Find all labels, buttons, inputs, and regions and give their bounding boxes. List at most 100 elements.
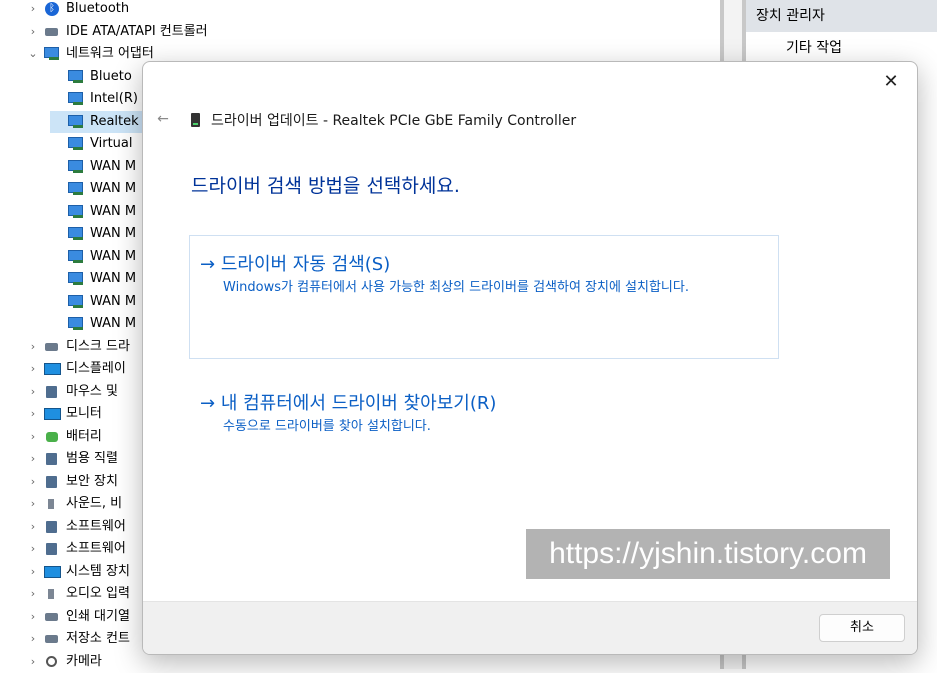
monitor-icon (43, 406, 61, 422)
dialog-footer: 취소 (143, 601, 917, 654)
tree-item[interactable]: Intel(R) (50, 88, 138, 110)
chevron-icon[interactable]: › (26, 561, 40, 583)
auto-search-desc: Windows가 컴퓨터에서 사용 가능한 최상의 드라이버를 검색하여 장치에… (223, 280, 689, 295)
tree-item-label: 디스플레이 (66, 361, 126, 376)
chevron-icon[interactable]: › (26, 336, 40, 358)
auto-search-option[interactable]: → 드라이버 자동 검색(S) Windows가 컴퓨터에서 사용 가능한 최상… (189, 235, 779, 359)
actions-header[interactable]: 장치 관리자 (746, 0, 937, 32)
tree-item[interactable]: WAN M (50, 178, 136, 200)
tree-item[interactable]: ⌄ 네트워크 어댑터 (26, 43, 154, 65)
tree-item[interactable]: › IDE ATA/ATAPI 컨트롤러 (26, 21, 208, 43)
chevron-icon[interactable]: › (26, 471, 40, 493)
chevron-icon[interactable]: › (26, 0, 40, 20)
tree-item[interactable]: › 모니터 (26, 403, 102, 425)
usb-icon (43, 451, 61, 467)
actions-more[interactable]: 기타 작업 (746, 32, 937, 64)
tree-item[interactable]: › 디스플레이 (26, 358, 126, 380)
tree-item[interactable]: › 보안 장치 (26, 471, 118, 493)
network-adapter-icon (67, 271, 85, 287)
tree-item-label: 보안 장치 (66, 473, 118, 489)
tree-item-label: WAN M (90, 226, 137, 241)
tree-item-label: WAN M (90, 158, 137, 174)
tree-item-label: 오디오 입력 (66, 586, 130, 601)
tree-item[interactable]: › 인쇄 대기열 (26, 606, 130, 628)
tree-item-label: WAN M (90, 316, 137, 331)
chevron-icon[interactable]: › (26, 583, 40, 605)
tree-item[interactable]: › ᛒ Bluetooth (26, 0, 129, 20)
storage-controller-icon (43, 631, 61, 647)
watermark: https://yjshin.tistory.com (526, 529, 890, 579)
network-adapter-icon (67, 114, 85, 130)
chevron-icon[interactable]: › (26, 358, 40, 380)
tree-item[interactable]: WAN M (50, 156, 136, 178)
tree-item-label: 범용 직렬 (66, 451, 118, 466)
system-device-icon (43, 564, 61, 580)
chevron-icon[interactable]: › (26, 426, 40, 448)
tree-item[interactable]: WAN M (50, 201, 136, 223)
tree-item-label: 배터리 (66, 428, 102, 444)
tree-item-label: Virtual (90, 136, 133, 151)
tree-item-label: WAN M (90, 293, 137, 309)
tree-item[interactable]: Realtek (50, 110, 143, 133)
chevron-icon[interactable]: › (26, 651, 40, 673)
network-adapter-icon (43, 46, 61, 62)
tree-item[interactable]: › 디스크 드라 (26, 336, 130, 358)
browse-computer-option[interactable]: → 내 컴퓨터에서 드라이버 찾아보기(R) 수동으로 드라이버를 찾아 설치합… (189, 374, 779, 444)
speaker-icon (43, 496, 61, 512)
tree-item[interactable]: › 저장소 컨트 (26, 628, 130, 650)
tree-item[interactable]: › 오디오 입력 (26, 583, 130, 605)
update-driver-dialog: ✕ ← 드라이버 업데이트 - Realtek PCIe GbE Family … (142, 61, 918, 655)
network-adapter-icon (67, 181, 85, 197)
tree-item[interactable]: WAN M (50, 223, 136, 245)
tree-item[interactable]: › 소프트웨어 (26, 538, 126, 560)
tree-item[interactable]: WAN M (50, 313, 136, 335)
tree-item-label: 네트워크 어댑터 (66, 46, 154, 61)
network-adapter-icon (67, 91, 85, 107)
tree-item-label: 소프트웨어 (66, 518, 126, 534)
chevron-icon[interactable]: › (26, 493, 40, 515)
tree-item-label: 저장소 컨트 (66, 631, 130, 646)
browse-computer-desc: 수동으로 드라이버를 찾아 설치합니다. (223, 419, 431, 434)
mouse-icon (43, 384, 61, 400)
chevron-icon[interactable]: › (26, 516, 40, 538)
tree-item-label: Blueto (90, 68, 132, 84)
tree-item[interactable]: › 시스템 장치 (26, 561, 130, 583)
network-adapter-icon (67, 69, 85, 85)
tree-item-label: 사운드, 비 (66, 496, 123, 511)
chevron-icon[interactable]: › (26, 21, 40, 43)
camera-icon (43, 654, 61, 670)
network-adapter-icon (67, 136, 85, 152)
chevron-icon[interactable]: › (26, 403, 40, 425)
tree-item-label: 모니터 (66, 406, 102, 421)
network-adapter-icon (67, 294, 85, 310)
network-adapter-icon (191, 113, 200, 127)
security-device-icon (43, 474, 61, 490)
back-arrow-icon[interactable]: ← (153, 109, 173, 129)
chevron-icon[interactable]: ⌄ (26, 43, 40, 65)
tree-item[interactable]: › 사운드, 비 (26, 493, 122, 515)
tree-item[interactable]: WAN M (50, 246, 136, 268)
software-device-icon (43, 541, 61, 557)
chevron-icon[interactable]: › (26, 381, 40, 403)
chevron-icon[interactable]: › (26, 628, 40, 650)
browse-computer-label: 내 컴퓨터에서 드라이버 찾아보기(R) (220, 393, 497, 414)
tree-item[interactable]: WAN M (50, 291, 136, 313)
tree-item[interactable]: › 배터리 (26, 426, 102, 448)
network-adapter-icon (67, 316, 85, 332)
tree-item-label: Intel(R) (90, 91, 138, 106)
chevron-icon[interactable]: › (26, 606, 40, 628)
chevron-icon[interactable]: › (26, 448, 40, 470)
cancel-button[interactable]: 취소 (819, 614, 905, 642)
network-adapter-icon (67, 159, 85, 175)
tree-item[interactable]: › 소프트웨어 (26, 516, 126, 538)
arrow-right-icon: → (200, 254, 216, 275)
tree-item[interactable]: › 카메라 (26, 651, 102, 673)
tree-item-label: Realtek (90, 113, 139, 129)
tree-item[interactable]: › 마우스 및 (26, 381, 118, 403)
tree-item[interactable]: › 범용 직렬 (26, 448, 118, 470)
chevron-icon[interactable]: › (26, 538, 40, 560)
tree-item[interactable]: Blueto (50, 66, 132, 88)
close-icon[interactable]: ✕ (877, 70, 905, 94)
tree-item[interactable]: WAN M (50, 268, 136, 290)
tree-item[interactable]: Virtual (50, 133, 132, 155)
